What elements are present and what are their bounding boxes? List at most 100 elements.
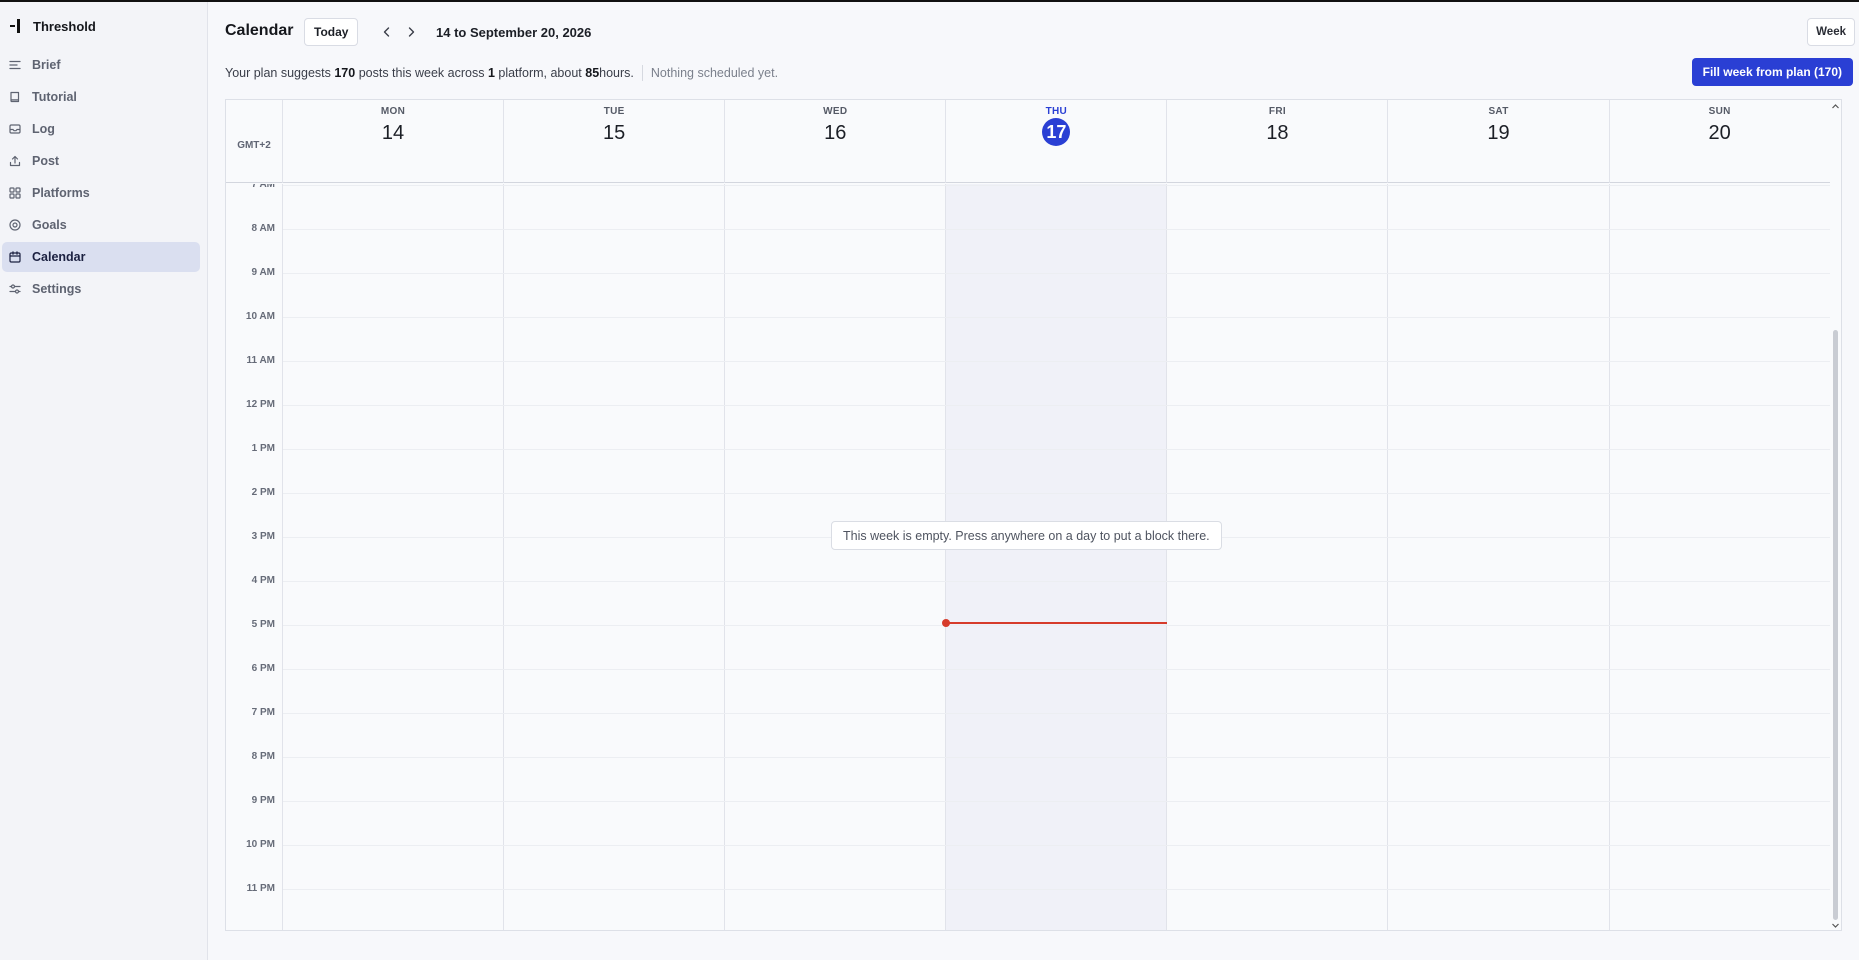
align-left-icon xyxy=(9,60,21,70)
sidebar-item-label: Goals xyxy=(32,218,67,232)
plan-divider xyxy=(641,65,643,81)
day-header-mon[interactable]: MON 14 xyxy=(283,100,505,183)
calendar-scrollbar[interactable] xyxy=(1830,100,1841,930)
time-column: 7 AM 8 AM 9 AM 10 AM 11 AM 12 PM 1 PM 2 PM 3 PM 4… xyxy=(226,184,283,930)
time-label: 4 PM xyxy=(251,575,275,586)
sliders-icon xyxy=(9,284,21,294)
day-column-mon[interactable] xyxy=(283,184,505,930)
day-of-week: MON xyxy=(380,106,406,117)
plan-posts-count: 170 xyxy=(334,66,356,80)
empty-week-message: This week is empty. Press anywhere on a … xyxy=(831,521,1222,550)
day-column-sun[interactable] xyxy=(1610,184,1831,930)
time-label: 12 PM xyxy=(246,399,275,410)
plan-platform-count: 1 xyxy=(487,66,495,80)
hour-gridline xyxy=(283,405,1831,406)
hour-gridline xyxy=(283,273,1831,274)
week-calendar: GMT+2 MON 14 TUE 15 WED 16 THU 17 FRI 18 SAT 19 SUN 2… xyxy=(225,99,1842,931)
date-range-label: 14 to September 20, 2026 xyxy=(436,25,592,40)
day-header-fri[interactable]: FRI 18 xyxy=(1167,100,1389,183)
book-icon xyxy=(10,91,20,103)
hour-gridline xyxy=(283,757,1831,758)
sidebar-item-label: Log xyxy=(32,122,55,136)
calendar-icon xyxy=(9,251,21,263)
sidebar-nav: Brief Tutorial Log Post Platforms Goals Calend… xyxy=(2,50,200,306)
inbox-icon xyxy=(9,124,21,134)
fill-week-button[interactable]: Fill week from plan (170) xyxy=(1691,58,1853,86)
day-number: 20 xyxy=(1708,122,1731,144)
threshold-logo-icon xyxy=(10,18,24,34)
time-label: 11 AM xyxy=(246,355,275,366)
day-number: 16 xyxy=(824,122,847,144)
scroll-up-arrow-icon[interactable] xyxy=(1831,102,1840,111)
page-title: Calendar xyxy=(225,22,294,39)
hour-gridline xyxy=(283,185,1831,186)
day-column-wed[interactable] xyxy=(725,184,947,930)
sidebar-item-label: Settings xyxy=(32,282,82,296)
scroll-thumb[interactable] xyxy=(1833,330,1838,920)
timezone-label: GMT+2 xyxy=(226,100,283,183)
sidebar-item-calendar[interactable]: Calendar xyxy=(2,242,200,272)
time-label: 1 PM xyxy=(251,443,275,454)
day-column-thu[interactable] xyxy=(946,184,1168,930)
sidebar-item-label: Calendar xyxy=(32,250,86,264)
schedule-status: Nothing scheduled yet. xyxy=(650,66,779,80)
time-label: 9 AM xyxy=(251,267,275,278)
sidebar-item-brief[interactable]: Brief xyxy=(2,50,200,80)
hour-gridline xyxy=(283,449,1831,450)
main-content: Calendar Today 14 to September 20, 2026 … xyxy=(209,2,1859,960)
day-of-week: TUE xyxy=(603,106,625,117)
plan-text-suffix: hours. xyxy=(599,66,634,80)
sidebar-item-log[interactable]: Log xyxy=(2,114,200,144)
sidebar-item-label: Post xyxy=(32,154,60,168)
sidebar-item-goals[interactable]: Goals xyxy=(2,210,200,240)
plan-text-mid1: posts this week across xyxy=(358,66,485,80)
chevron-left-icon[interactable] xyxy=(377,22,397,42)
calendar-header: GMT+2 MON 14 TUE 15 WED 16 THU 17 FRI 18 SAT 19 SUN 2… xyxy=(226,100,1831,183)
day-header-thu[interactable]: THU 17 xyxy=(946,100,1168,183)
day-column-sat[interactable] xyxy=(1389,184,1610,930)
scroll-down-arrow-icon[interactable] xyxy=(1831,921,1840,930)
sidebar-item-label: Brief xyxy=(32,58,61,72)
sidebar-item-label: Tutorial xyxy=(32,90,77,104)
sidebar-item-label: Platforms xyxy=(32,186,90,200)
time-label: 8 PM xyxy=(251,751,275,762)
day-column-fri[interactable] xyxy=(1167,184,1389,930)
app-name: Threshold xyxy=(33,18,96,34)
hour-gridline xyxy=(283,625,1831,626)
sidebar-item-post[interactable]: Post xyxy=(2,146,200,176)
day-header-sat[interactable]: SAT 19 xyxy=(1389,100,1610,183)
hour-gridline xyxy=(283,845,1831,846)
day-of-week: SUN xyxy=(1708,106,1731,117)
hour-gridline xyxy=(283,361,1831,362)
plan-text-mid2: platform, about xyxy=(498,66,582,80)
time-label: 10 PM xyxy=(246,839,275,850)
day-header-sun[interactable]: SUN 20 xyxy=(1610,100,1831,183)
sidebar-item-tutorial[interactable]: Tutorial xyxy=(2,82,200,112)
plan-hours-count: 85 xyxy=(585,66,600,80)
day-number: 18 xyxy=(1266,122,1289,144)
sidebar-item-platforms[interactable]: Platforms xyxy=(2,178,200,208)
time-label: 7 AM xyxy=(251,184,275,190)
hour-gridline xyxy=(283,669,1831,670)
hour-gridline xyxy=(283,493,1831,494)
time-label: 8 AM xyxy=(251,223,275,234)
today-button[interactable]: Today xyxy=(304,18,359,46)
hour-gridline xyxy=(283,889,1831,890)
calendar-grid[interactable]: 7 AM 8 AM 9 AM 10 AM 11 AM 12 PM 1 PM 2 PM 3 PM 4… xyxy=(226,184,1831,930)
time-label: 7 PM xyxy=(251,707,275,718)
hour-gridline xyxy=(283,713,1831,714)
sidebar-item-settings[interactable]: Settings xyxy=(2,274,200,304)
chevron-right-icon[interactable] xyxy=(401,22,421,42)
view-select-button[interactable]: Week xyxy=(1807,18,1855,46)
time-label: 3 PM xyxy=(251,531,275,542)
hour-gridline xyxy=(283,229,1831,230)
hour-gridline xyxy=(283,581,1831,582)
day-header-tue[interactable]: TUE 15 xyxy=(504,100,726,183)
day-column-tue[interactable] xyxy=(504,184,726,930)
brand[interactable]: Threshold xyxy=(10,16,96,36)
current-time-line xyxy=(946,622,1168,624)
day-number: 15 xyxy=(603,122,626,144)
day-of-week: WED xyxy=(823,106,848,117)
day-header-wed[interactable]: WED 16 xyxy=(725,100,947,183)
time-label: 2 PM xyxy=(251,487,275,498)
